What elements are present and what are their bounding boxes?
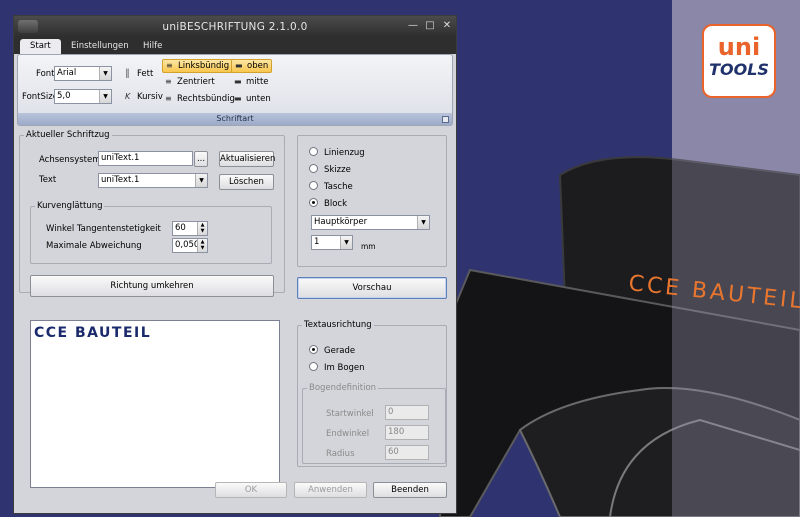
depth-select[interactable]: 1 ▼ — [311, 235, 353, 250]
alignment-radio-gerade[interactable]: Gerade — [309, 345, 355, 356]
ribbon-group-label: Schriftart — [18, 113, 452, 125]
chevron-down-icon[interactable]: ▼ — [340, 236, 352, 249]
axis-input[interactable]: uniText.1 — [98, 151, 193, 166]
mode-radio-skizze[interactable]: Skizze — [309, 164, 351, 175]
deviation-label: Maximale Abweichung — [46, 241, 142, 251]
spin-arrows-icon[interactable]: ▲ ▼ — [197, 222, 207, 235]
minimize-icon[interactable]: — — [407, 20, 419, 32]
axis-label: Achsensystem — [39, 155, 101, 165]
ok-button[interactable]: OK — [215, 482, 287, 498]
valign-top-icon: ▬ — [235, 61, 243, 70]
mode-radio-block[interactable]: Block — [309, 198, 347, 209]
end-angle-label: Endwinkel — [326, 429, 370, 439]
text-label: Text — [39, 175, 57, 185]
close-icon[interactable]: ✕ — [441, 20, 453, 32]
italic-icon: K — [125, 92, 131, 101]
valign-top-button[interactable]: ▬ oben — [231, 59, 273, 73]
chevron-down-icon[interactable]: ▼ — [99, 67, 111, 80]
end-angle-input[interactable]: 180 — [385, 425, 429, 440]
valign-bottom-icon: ▬ — [234, 94, 242, 103]
spin-arrows-icon[interactable]: ▲ ▼ — [197, 239, 207, 252]
curve-smoothing-group: Kurvenglättung — [30, 201, 272, 264]
radius-input[interactable]: 60 — [385, 445, 429, 460]
align-center-button[interactable]: ≡ Zentriert — [162, 76, 218, 90]
chevron-down-icon[interactable]: ▼ — [417, 216, 429, 229]
align-center-icon: ≡ — [165, 77, 172, 86]
radius-label: Radius — [326, 449, 355, 459]
text-alignment-title: Textausrichtung — [302, 320, 374, 330]
curve-smoothing-title: Kurvenglättung — [35, 201, 105, 211]
close-button[interactable]: Beenden — [373, 482, 447, 498]
fontsize-label: FontSize — [22, 92, 58, 102]
fontsize-select[interactable]: 5,0 ▼ — [54, 89, 112, 104]
tangent-spinbox[interactable]: 60 ▲ ▼ — [172, 221, 208, 236]
maximize-icon[interactable]: □ — [424, 20, 436, 32]
tab-einstellungen[interactable]: Einstellungen — [61, 39, 139, 54]
preview-button[interactable]: Vorschau — [297, 277, 447, 299]
chevron-down-icon[interactable]: ▼ — [99, 90, 111, 103]
align-left-button[interactable]: ≡ Linksbündig — [162, 59, 234, 73]
valign-middle-icon: ▬ — [234, 77, 242, 86]
italic-button[interactable]: K Kursiv — [122, 91, 166, 105]
chevron-down-icon[interactable]: ▼ — [195, 174, 207, 187]
depth-unit: mm — [361, 242, 376, 251]
mode-radio-linienzug[interactable]: Linienzug — [309, 147, 365, 158]
update-button[interactable]: Aktualisieren — [219, 151, 275, 167]
align-right-icon: ≡ — [165, 94, 172, 103]
unitools-logo: uni TOOLS — [702, 24, 776, 98]
text-select[interactable]: uniText.1 ▼ — [98, 173, 208, 188]
body-select[interactable]: Hauptkörper ▼ — [311, 215, 430, 230]
reverse-direction-button[interactable]: Richtung umkehren — [30, 275, 274, 297]
valign-bottom-button[interactable]: ▬ unten — [231, 93, 274, 107]
tangent-label: Winkel Tangentenstetigkeit — [46, 224, 161, 234]
axis-browse-button[interactable]: ... — [194, 151, 208, 167]
ribbon-tab-strip: Start Einstellungen Hilfe — [14, 37, 456, 54]
arc-definition-title: Bogendefinition — [307, 383, 379, 393]
unibeschriftung-window: uniBESCHRIFTUNG 2.1.0.0 — □ ✕ Start Eins… — [13, 15, 457, 514]
delete-button[interactable]: Löschen — [219, 174, 274, 190]
alignment-radio-im-bogen[interactable]: Im Bogen — [309, 362, 365, 373]
bold-button[interactable]: ║ Fett — [122, 68, 156, 82]
start-angle-label: Startwinkel — [326, 409, 374, 419]
valign-middle-button[interactable]: ▬ mitte — [231, 76, 272, 90]
current-lettering-title: Aktueller Schriftzug — [24, 130, 112, 140]
lettering-preview: CCE BAUTEIL — [30, 320, 280, 488]
mode-radio-tasche[interactable]: Tasche — [309, 181, 353, 192]
preview-text: CCE BAUTEIL — [34, 325, 152, 341]
font-label: Font — [36, 69, 55, 79]
start-angle-input[interactable]: 0 — [385, 405, 429, 420]
title-bar[interactable]: uniBESCHRIFTUNG 2.1.0.0 — □ ✕ — [14, 16, 456, 37]
apply-button[interactable]: Anwenden — [294, 482, 367, 498]
dialog-launcher-icon[interactable] — [442, 116, 449, 123]
window-title: uniBESCHRIFTUNG 2.1.0.0 — [162, 21, 308, 33]
deviation-spinbox[interactable]: 0,050 ▲ ▼ — [172, 238, 208, 253]
align-right-button[interactable]: ≡ Rechtsbündig — [162, 93, 238, 107]
ribbon-schriftart: Font Arial ▼ FontSize 5,0 ▼ ║ Fett K Kursi… — [17, 54, 453, 126]
tab-hilfe[interactable]: Hilfe — [133, 39, 172, 54]
align-left-icon: ≡ — [166, 61, 173, 70]
tab-start[interactable]: Start — [20, 39, 61, 54]
font-select[interactable]: Arial ▼ — [54, 66, 112, 81]
bold-icon: ║ — [125, 69, 130, 78]
